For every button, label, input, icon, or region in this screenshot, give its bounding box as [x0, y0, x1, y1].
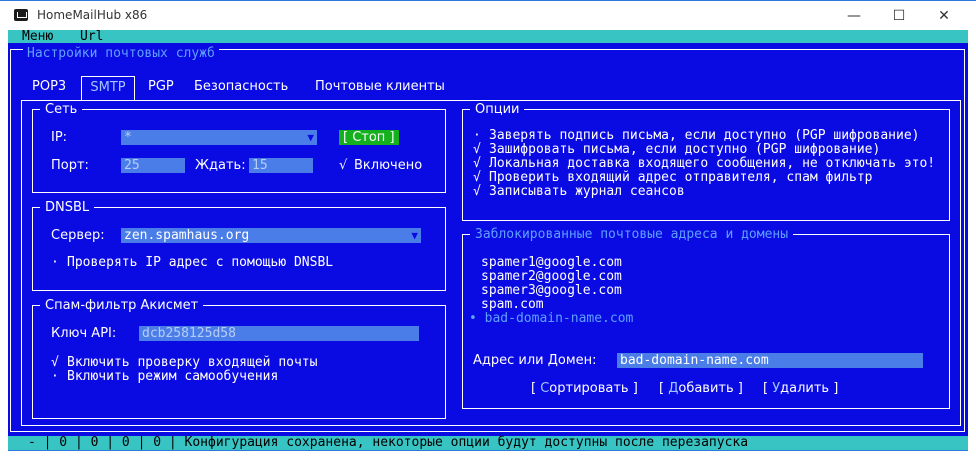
akismet-selflearn-label[interactable]: Включить режим самообучения [67, 370, 278, 384]
sort-button-hotkey: С [540, 381, 550, 396]
menu-item-url[interactable]: Url [80, 30, 103, 44]
ip-dropdown[interactable]: * ▼ [121, 130, 317, 145]
ip-value: * [124, 130, 132, 145]
akismet-group-title: Спам-фильтр Акисмет [40, 298, 204, 313]
enabled-checkbox-label[interactable]: Включено [354, 158, 422, 173]
blocked-group: Заблокированные почтовые адреса и домены… [462, 227, 950, 409]
delete-button[interactable]: [ Удалить ] [763, 381, 838, 396]
server-dropdown[interactable]: zen.spamhaus.org ▼ [121, 228, 421, 243]
delete-button-open: [ [763, 381, 773, 396]
tab-security[interactable]: Безопасность [194, 76, 288, 98]
window-right-border [968, 30, 976, 459]
delete-button-hotkey: У [772, 381, 781, 396]
chevron-down-icon: ▼ [411, 229, 418, 242]
add-button-text: обавить [678, 381, 734, 396]
akismet-group: Спам-фильтр Акисмет Ключ API: dcb258125d… [32, 298, 446, 419]
blocked-list-item-selected[interactable]: • bad-domain-name.com [469, 312, 633, 326]
address-field[interactable]: bad-domain-name.com [617, 353, 923, 368]
blocked-group-title: Заблокированные почтовые адреса и домены [470, 227, 794, 242]
settings-window: Настройки почтовых служб POP3 SMTP PGP Б… [8, 43, 968, 436]
add-button-hotkey: Д [668, 381, 679, 396]
status-bar: - | 0 | 0 | 0 | 0 | Конфигурация сохране… [8, 436, 968, 450]
dnsbl-group-title: DNSBL [40, 200, 95, 215]
tab-pop3[interactable]: POP3 [32, 76, 66, 98]
option-label[interactable]: Записывать журнал сеансов [489, 185, 685, 199]
minimize-button[interactable]: — [832, 1, 876, 31]
port-field[interactable]: 25 [121, 158, 185, 173]
dnsbl-checkbox-mark[interactable]: · [51, 256, 59, 270]
window-title: HomeMailHub x86 [37, 8, 148, 22]
window-bottom-border [8, 450, 968, 451]
sort-button[interactable]: [ Сортировать ] [531, 381, 638, 396]
network-group: Сеть IP: * ▼ [ Стоп ] Порт: 25 Ждать: 15… [32, 102, 446, 193]
tab-smtp[interactable]: SMTP [81, 76, 135, 100]
blocked-list-item[interactable]: spamer2@google.com [481, 270, 622, 284]
api-key-label: Ключ API: [51, 326, 117, 341]
port-label: Порт: [51, 158, 89, 173]
wait-label: Ждать: [195, 158, 246, 173]
chevron-down-icon: ▼ [307, 131, 314, 144]
dnsbl-checkbox-label[interactable]: Проверять IP адрес с помощью DNSBL [67, 256, 333, 270]
mail-app-icon [14, 9, 28, 21]
window-left-border [0, 30, 8, 459]
options-group: Опции · Заверять подпись письма, если до… [462, 102, 950, 221]
tab-pgp[interactable]: PGP [148, 76, 174, 98]
api-key-field[interactable]: dcb258125d58 [139, 326, 419, 341]
akismet-selflearn-mark[interactable]: · [51, 370, 59, 384]
menu-bar: Меню Url [8, 30, 968, 44]
sort-button-close: ] [628, 381, 638, 396]
options-group-title: Опции [470, 102, 525, 117]
close-button[interactable]: ✕ [922, 1, 966, 31]
network-group-title: Сеть [40, 102, 83, 117]
sort-button-open: [ [531, 381, 541, 396]
sort-button-text: ортировать [549, 381, 629, 396]
maximize-button[interactable]: ☐ [877, 1, 921, 31]
blocked-list-item[interactable]: spamer3@google.com [481, 284, 622, 298]
settings-frame: Настройки почтовых служб POP3 SMTP PGP Б… [10, 47, 965, 432]
option-mark[interactable]: √ [473, 157, 481, 171]
add-button-close: ] [733, 381, 743, 396]
akismet-incoming-mark[interactable]: √ [51, 356, 59, 370]
option-label[interactable]: Зашифровать письма, если доступно (PGP ш… [489, 143, 880, 157]
add-button-open: [ [659, 381, 669, 396]
option-label[interactable]: Заверять подпись письма, если доступно (… [489, 129, 919, 143]
selected-bullet-icon: • [469, 311, 477, 326]
window-titlebar: HomeMailHub x86 — ☐ ✕ [0, 0, 976, 30]
option-mark[interactable]: · [473, 129, 481, 143]
akismet-incoming-label[interactable]: Включить проверку входящей почты [67, 356, 317, 370]
address-label: Адрес или Домен: [473, 353, 597, 368]
ip-label: IP: [51, 130, 68, 145]
option-mark[interactable]: √ [473, 143, 481, 157]
wait-field[interactable]: 15 [249, 158, 313, 173]
server-value: zen.spamhaus.org [124, 228, 250, 243]
enabled-checkbox-mark[interactable]: √ [339, 158, 347, 173]
settings-title: Настройки почтовых служб [23, 47, 219, 60]
stop-button[interactable]: [ Стоп ] [339, 130, 399, 145]
smtp-tab-panel: Сеть IP: * ▼ [ Стоп ] Порт: 25 Ждать: 15… [21, 100, 961, 426]
blocked-list-item-text: bad-domain-name.com [484, 311, 634, 326]
option-label[interactable]: Локальная доставка входящего сообщения, … [489, 157, 935, 171]
add-button[interactable]: [ Добавить ] [659, 381, 743, 396]
blocked-list-item[interactable]: spamer1@google.com [481, 256, 622, 270]
delete-button-close: ] [829, 381, 839, 396]
menu-item-menu[interactable]: Меню [22, 30, 53, 44]
option-label[interactable]: Проверить входящий адрес отправителя, сп… [489, 171, 873, 185]
blocked-list-item[interactable]: spam.com [481, 298, 544, 312]
server-label: Сервер: [51, 228, 105, 243]
dnsbl-group: DNSBL Сервер: zen.spamhaus.org ▼ · Прове… [32, 200, 446, 291]
option-mark[interactable]: √ [473, 171, 481, 185]
option-mark[interactable]: √ [473, 185, 481, 199]
tab-mail-clients[interactable]: Почтовые клиенты [315, 76, 445, 98]
delete-button-text: далить [780, 381, 830, 396]
